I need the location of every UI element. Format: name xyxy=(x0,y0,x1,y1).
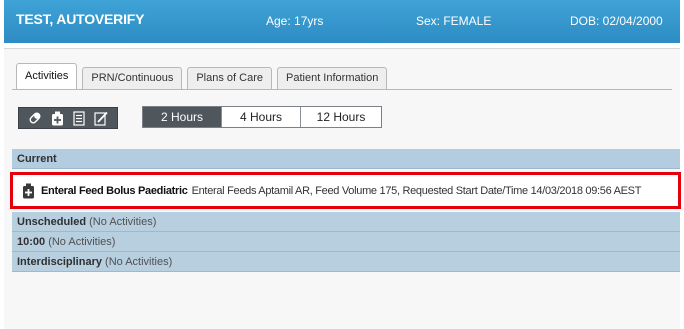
time-range-selector: 2 Hours 4 Hours 12 Hours xyxy=(142,106,382,128)
action-toolbar xyxy=(18,107,118,129)
patient-age: Age: 17yrs xyxy=(266,14,324,28)
patient-dob: DOB: 02/04/2000 xyxy=(570,14,663,28)
section-unscheduled[interactable]: Unscheduled (No Activities) xyxy=(12,212,680,232)
section-current[interactable]: Current xyxy=(12,149,680,169)
section-interdisciplinary-note: (No Activities) xyxy=(105,256,173,268)
patient-banner: TEST, AUTOVERIFY Age: 17yrs Sex: FEMALE … xyxy=(4,0,680,43)
tab-bar: Activities PRN/Continuous Plans of Care … xyxy=(16,63,392,89)
activity-item-enteral-feed[interactable]: Enteral Feed Bolus Paediatric Enteral Fe… xyxy=(10,172,681,209)
section-current-label: Current xyxy=(17,153,57,165)
activity-list: Current Enteral Feed Bolus Paediatric En… xyxy=(10,149,681,272)
tab-prn-continuous[interactable]: PRN/Continuous xyxy=(82,67,183,89)
activities-panel: Activities PRN/Continuous Plans of Care … xyxy=(4,48,681,329)
section-unscheduled-label: Unscheduled xyxy=(17,216,87,228)
pill-icon[interactable] xyxy=(28,110,43,126)
tab-patient-information[interactable]: Patient Information xyxy=(277,67,388,89)
tab-divider xyxy=(12,89,672,90)
section-1000[interactable]: 10:00 (No Activities) xyxy=(12,232,680,252)
tab-activities[interactable]: Activities xyxy=(16,63,78,89)
section-1000-note: (No Activities) xyxy=(48,236,116,248)
patient-sex: Sex: FEMALE xyxy=(416,14,492,28)
med-bag-icon[interactable] xyxy=(50,110,65,126)
section-interdisciplinary[interactable]: Interdisciplinary (No Activities) xyxy=(12,252,680,272)
activity-detail: Enteral Feeds Aptamil AR, Feed Volume 17… xyxy=(191,184,642,197)
med-bag-icon xyxy=(23,183,34,198)
section-interdisciplinary-label: Interdisciplinary xyxy=(17,256,102,268)
patient-name: TEST, AUTOVERIFY xyxy=(16,11,145,27)
document-icon[interactable] xyxy=(72,110,87,126)
section-1000-label: 10:00 xyxy=(17,236,46,248)
tab-plans-of-care[interactable]: Plans of Care xyxy=(187,67,272,89)
activity-title: Enteral Feed Bolus Paediatric xyxy=(41,184,188,197)
time-range-12-hours[interactable]: 12 Hours xyxy=(301,107,381,127)
section-unscheduled-note: (No Activities) xyxy=(89,216,157,228)
time-range-4-hours[interactable]: 4 Hours xyxy=(222,107,301,127)
time-range-2-hours[interactable]: 2 Hours xyxy=(143,107,222,127)
edit-icon[interactable] xyxy=(94,110,109,126)
